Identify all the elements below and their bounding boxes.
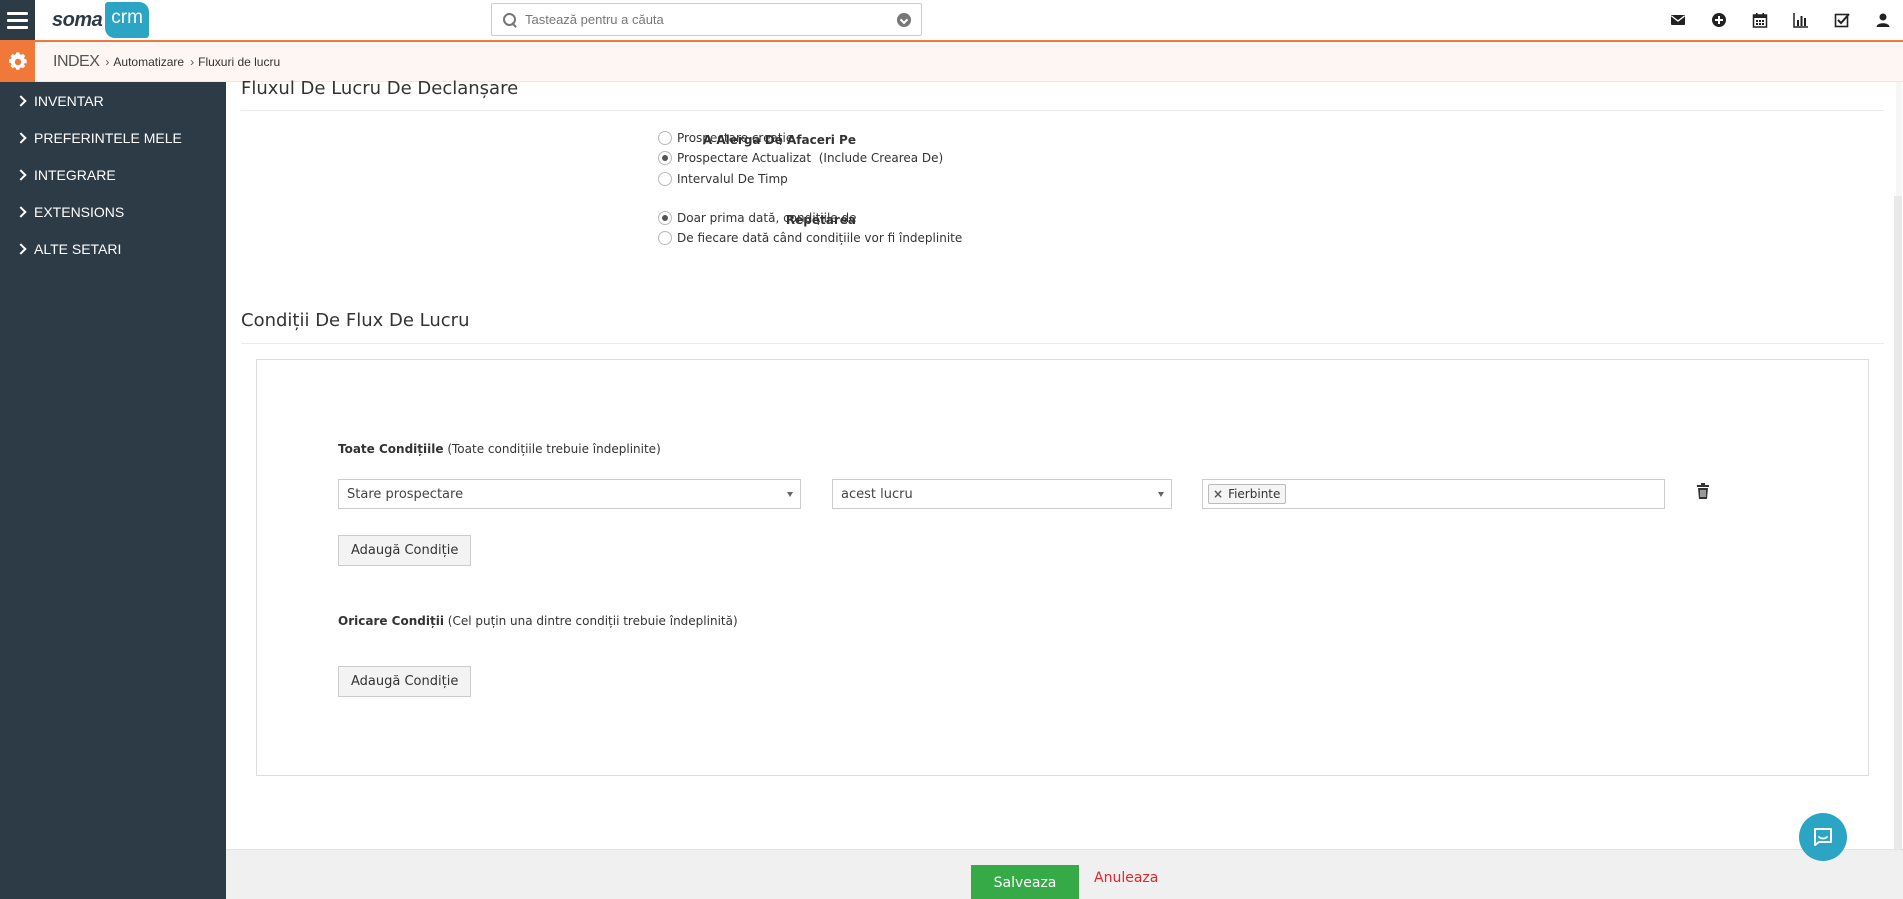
dropdown-arrow-icon [1158, 492, 1164, 497]
plus-circle-icon[interactable] [1698, 0, 1739, 40]
condition-field-select[interactable]: Stare prospectare [338, 479, 801, 509]
condition-field-value: Stare prospectare [347, 486, 464, 502]
hamburger-menu-icon[interactable] [0, 0, 35, 40]
condition-value-input[interactable]: × Fierbinte [1202, 479, 1665, 509]
sidebar-item-extensions[interactable]: EXTENSIONS [0, 193, 226, 230]
top-toolbar [1657, 0, 1903, 40]
logo-text-soma: soma [52, 8, 103, 31]
conditions-section-title: Condiții De Flux De Lucru [241, 310, 470, 331]
breadcrumb: INDEX › Automatizare › Fluxuri de lucru [53, 42, 280, 82]
main-content: Fluxul De Lucru De Declanșare A Alerga D… [226, 78, 1903, 899]
breadcrumb-separator-icon: › [105, 55, 110, 69]
divider [241, 110, 1884, 111]
sidebar-item-label: ALTE SETARI [34, 240, 122, 257]
chevron-right-icon [15, 242, 29, 256]
radio-label: Doar prima dată, condițiile de [677, 211, 857, 225]
sidebar: INVENTAR PREFERINTELE MELE INTEGRARE EXT… [0, 82, 226, 899]
global-search [491, 3, 922, 36]
chevron-right-icon [15, 168, 29, 182]
chat-icon [1814, 828, 1832, 846]
sidebar-item-label: EXTENSIONS [34, 203, 125, 220]
radio-label: Intervalul De Timp [677, 172, 788, 186]
breadcrumb-item-automatizare[interactable]: Automatizare [113, 55, 184, 69]
search-dropdown-icon[interactable] [897, 12, 911, 27]
radio-first-time-only[interactable]: Doar prima dată, condițiile de [658, 211, 856, 225]
sidebar-item-alte-setari[interactable]: ALTE SETARI [0, 230, 226, 267]
search-icon [503, 12, 517, 27]
any-conditions-heading: Oricare Condiții (Cel puțin una dintre c… [338, 614, 738, 628]
top-bar: soma crm [0, 0, 1903, 42]
sidebar-item-integrare[interactable]: INTEGRARE [0, 156, 226, 193]
all-conditions-title: Toate Condițiile [338, 442, 444, 456]
condition-operator-select[interactable]: acest lucru [832, 479, 1172, 509]
calendar-icon[interactable] [1739, 0, 1780, 40]
sidebar-item-label: INTEGRARE [34, 166, 116, 183]
trash-icon[interactable] [1696, 483, 1710, 499]
settings-gear-icon[interactable] [0, 42, 35, 82]
chat-widget-button[interactable] [1799, 813, 1847, 861]
cancel-link[interactable]: Anuleaza [1094, 870, 1158, 886]
radio-every-time[interactable]: De fiecare dată când condițiile vor fi î… [658, 231, 962, 245]
add-all-condition-button[interactable]: Adaugă Condiție [338, 535, 472, 566]
breadcrumb-bar: INDEX › Automatizare › Fluxuri de lucru [0, 42, 1903, 82]
checkbox-icon[interactable] [1821, 0, 1862, 40]
logo[interactable]: soma crm [52, 2, 149, 38]
radio-label: Prospectare creație [677, 131, 794, 145]
save-button[interactable]: Salveaza [971, 865, 1079, 899]
dropdown-arrow-icon [787, 492, 793, 497]
conditions-panel: Toate Condițiile (Toate condițiile trebu… [256, 359, 1869, 776]
radio-time-interval[interactable]: Intervalul De Timp [658, 172, 788, 186]
radio-button[interactable] [658, 231, 672, 245]
chevron-right-icon [15, 131, 29, 145]
any-conditions-title: Oricare Condiții [338, 614, 444, 628]
logo-text-crm: crm [105, 2, 149, 38]
sidebar-item-label: PREFERINTELE MELE [34, 129, 182, 146]
all-conditions-note: (Toate condițiile trebuie îndeplinite) [447, 442, 661, 456]
chevron-right-icon [15, 205, 29, 219]
add-any-condition-button[interactable]: Adaugă Condiție [338, 666, 472, 697]
envelope-icon[interactable] [1657, 0, 1698, 40]
breadcrumb-separator-icon: › [190, 55, 195, 69]
radio-button[interactable] [658, 151, 672, 165]
search-input[interactable] [517, 4, 897, 35]
user-icon[interactable] [1862, 0, 1903, 40]
radio-prospect-updated[interactable]: Prospectare Actualizat (Include Crearea … [658, 151, 943, 165]
radio-button[interactable] [658, 172, 672, 186]
bar-chart-icon[interactable] [1780, 0, 1821, 40]
sidebar-item-inventar[interactable]: INVENTAR [0, 82, 226, 119]
form-footer: Salveaza Anuleaza [226, 849, 1903, 899]
divider [241, 343, 1884, 344]
value-tag: × Fierbinte [1208, 484, 1287, 504]
sidebar-item-label: INVENTAR [34, 92, 104, 109]
breadcrumb-index[interactable]: INDEX [53, 53, 100, 71]
all-conditions-heading: Toate Condițiile (Toate condițiile trebu… [338, 442, 661, 456]
radio-button[interactable] [658, 131, 672, 145]
scrollbar-thumb[interactable] [1894, 196, 1902, 899]
radio-prospect-created[interactable]: Prospectare creație [658, 131, 793, 145]
radio-button[interactable] [658, 211, 672, 225]
breadcrumb-item-workflows[interactable]: Fluxuri de lucru [198, 55, 280, 69]
radio-label: De fiecare dată când condițiile vor fi î… [677, 231, 963, 245]
remove-tag-icon[interactable]: × [1213, 487, 1223, 501]
any-conditions-note: (Cel puțin una dintre condiții trebuie î… [447, 614, 738, 628]
sidebar-item-preferintele-mele[interactable]: PREFERINTELE MELE [0, 119, 226, 156]
tag-label: Fierbinte [1228, 487, 1281, 501]
radio-label: Prospectare Actualizat (Include Crearea … [677, 151, 944, 165]
trigger-section-title: Fluxul De Lucru De Declanșare [241, 78, 519, 99]
chevron-right-icon [15, 94, 29, 108]
condition-operator-value: acest lucru [841, 486, 913, 502]
